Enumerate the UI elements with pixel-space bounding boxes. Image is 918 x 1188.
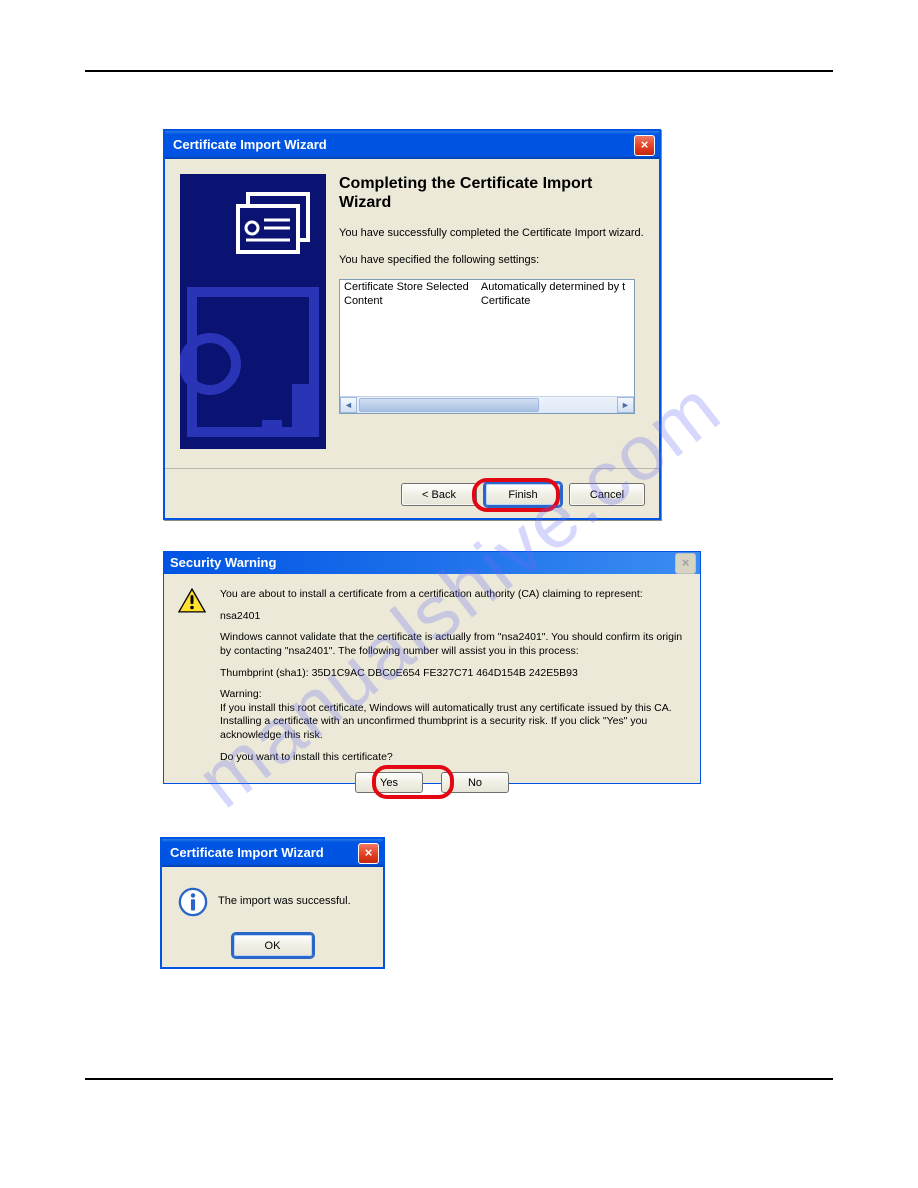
horizontal-scrollbar[interactable]: ◄ ►: [340, 396, 634, 413]
warning-button-row: Yes No: [178, 772, 686, 793]
warning-label: Warning:: [220, 688, 262, 700]
titlebar[interactable]: Certificate Import Wizard ×: [165, 131, 659, 159]
settings-label: You have specified the following setting…: [339, 253, 647, 267]
wizard-content: Completing the Certificate Import Wizard…: [339, 174, 647, 414]
scroll-track[interactable]: [357, 397, 617, 413]
info-icon: [178, 887, 208, 917]
title-text: Certificate Import Wizard: [173, 131, 327, 159]
settings-row-label: Content: [340, 294, 477, 308]
page-top-rule: [85, 70, 833, 72]
warn-ca-name: nsa2401: [220, 610, 686, 624]
wizard-side-banner: [180, 174, 326, 449]
title-text: Certificate Import Wizard: [170, 839, 324, 867]
warn-validate-text: Windows cannot validate that the certifi…: [220, 631, 686, 658]
settings-row: Content Certificate: [340, 294, 634, 308]
import-success-dialog: Certificate Import Wizard × The import w…: [160, 837, 385, 969]
scroll-left-icon[interactable]: ◄: [340, 397, 357, 413]
settings-row-value: Automatically determined by t: [477, 280, 634, 294]
ok-button-row: OK: [162, 934, 383, 957]
no-button[interactable]: No: [441, 772, 509, 793]
scroll-right-icon[interactable]: ►: [617, 397, 634, 413]
settings-row-value: Certificate: [477, 294, 634, 308]
title-text: Security Warning: [170, 552, 276, 574]
titlebar[interactable]: Certificate Import Wizard ×: [162, 839, 383, 867]
titlebar[interactable]: Security Warning ×: [164, 552, 700, 574]
warning-body: If you install this root certificate, Wi…: [220, 702, 672, 741]
warn-risk: Warning: If you install this root certif…: [220, 688, 686, 743]
ok-button[interactable]: OK: [233, 934, 313, 957]
dialog-body: Completing the Certificate Import Wizard…: [165, 159, 659, 467]
success-message: The import was successful.: [218, 895, 351, 907]
wizard-heading: Completing the Certificate Import Wizard: [339, 174, 647, 212]
cancel-button[interactable]: Cancel: [569, 483, 645, 506]
close-icon: ×: [675, 553, 696, 574]
settings-row: Certificate Store Selected Automatically…: [340, 280, 634, 294]
warn-thumbprint: Thumbprint (sha1): 35D1C9AC DBC0E654 FE3…: [220, 667, 686, 681]
finish-button[interactable]: Finish: [485, 483, 561, 506]
settings-row-label: Certificate Store Selected: [340, 280, 477, 294]
button-separator: [165, 468, 659, 469]
close-icon[interactable]: ×: [358, 843, 379, 864]
warn-prompt: Do you want to install this certificate?: [220, 751, 686, 765]
cert-import-wizard-dialog: Certificate Import Wizard × Completing t…: [163, 129, 661, 520]
dialog-body: You are about to install a certificate f…: [164, 574, 700, 803]
wizard-button-row: < Back Finish Cancel: [401, 483, 645, 506]
warning-icon: [178, 588, 206, 613]
warn-line-intro: You are about to install a certificate f…: [220, 588, 686, 602]
warning-text-block: You are about to install a certificate f…: [220, 588, 686, 764]
yes-button[interactable]: Yes: [355, 772, 423, 793]
dialog-body: The import was successful. OK: [162, 867, 383, 969]
scroll-thumb[interactable]: [359, 398, 539, 412]
settings-listbox[interactable]: Certificate Store Selected Automatically…: [339, 279, 635, 414]
page-bottom-rule: [85, 1078, 833, 1080]
security-warning-dialog: Security Warning × You are about to inst…: [163, 551, 701, 784]
close-icon[interactable]: ×: [634, 135, 655, 156]
back-button[interactable]: < Back: [401, 483, 477, 506]
wizard-success-text: You have successfully completed the Cert…: [339, 226, 647, 240]
